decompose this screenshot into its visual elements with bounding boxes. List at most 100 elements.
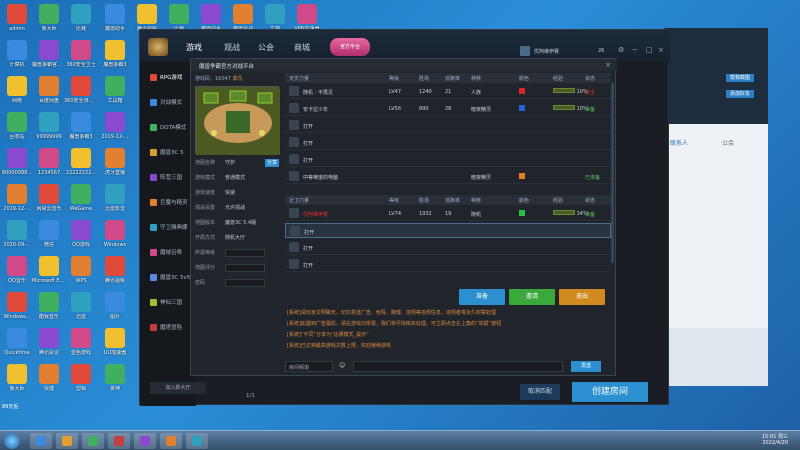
desktop-icon[interactable]: 夜神 (98, 364, 132, 392)
desktop-icon[interactable]: admin (0, 4, 34, 32)
sidebar-item[interactable]: RPG游戏 (150, 70, 194, 84)
form-value[interactable]: 快速 (225, 189, 235, 196)
player-color[interactable] (519, 173, 525, 181)
join-lobby-button[interactable]: 加入新大厅 (150, 382, 206, 394)
tab-game[interactable]: 游戏 (186, 42, 202, 53)
desktop-icon[interactable]: UU加速器 (98, 328, 132, 356)
desktop-icon[interactable]: Microsoft Edge (32, 256, 66, 284)
settings-icon[interactable]: ⚙ (618, 46, 624, 54)
desktop-icon[interactable]: 80000088... (0, 148, 34, 176)
player-color[interactable] (519, 210, 525, 218)
desktop-icon[interactable]: VPN加速器 (290, 4, 324, 32)
taskbar-app-icon[interactable] (30, 433, 52, 449)
tab-guild[interactable]: 公会 (722, 138, 734, 147)
desktop-icon[interactable]: 酷我音乐 (32, 292, 66, 320)
desktop-icon[interactable]: 鲁大师 (32, 4, 66, 32)
room-dialog[interactable]: 魔兽争霸官方对战平台 × 游戏码：16047 非凡 分享 地图名称 守护 游戏模式普… (190, 58, 617, 376)
emoji-icon[interactable]: ☺ (339, 362, 345, 369)
sidebar-item[interactable]: 守卫雅典娜 (150, 220, 194, 234)
desktop-icon[interactable]: 蓝色游戏 (64, 328, 98, 356)
desktop-icon[interactable]: 鲁大师 (0, 364, 34, 392)
close-icon[interactable]: × (658, 46, 664, 54)
desktop-icon[interactable]: 魔兽争霸3 (64, 112, 98, 140)
sidebar-item[interactable]: 巨魔与精灵 (150, 195, 194, 209)
form-field[interactable] (225, 249, 265, 257)
desktop-icon[interactable]: WeGame (64, 184, 98, 212)
taskbar-app-icon[interactable] (82, 433, 104, 449)
desktop-icon[interactable]: 迅雷影音 (98, 184, 132, 212)
desktop-icon[interactable]: 比赛 (64, 4, 98, 32)
desktop-icon[interactable]: Quicktime (0, 328, 34, 356)
desktop-icon[interactable]: 2020-09-... (0, 220, 34, 248)
form-value[interactable]: 允许观战 (225, 204, 245, 211)
desktop-icon[interactable]: 工具箱 (98, 76, 132, 104)
desktop-icon[interactable]: 计算机 (0, 40, 34, 68)
player-slot[interactable]: 优阿维伊赛 LV74 1932 19 随机 34% 准备 (285, 206, 611, 221)
desktop-icon[interactable]: 魔兽争霸3 (98, 40, 132, 68)
desktop-icon[interactable]: 360安全浏览器 (64, 76, 98, 104)
maximize-icon[interactable]: □ (646, 46, 653, 54)
player-slot[interactable]: 打开 (285, 152, 611, 167)
desktop-icon[interactable]: 2019-12-... (0, 184, 34, 212)
form-field[interactable] (225, 264, 265, 272)
desktop-icon[interactable]: Windows... (0, 292, 34, 320)
form-field[interactable] (225, 279, 265, 287)
player-slot[interactable]: 打开 (285, 240, 611, 255)
desktop-icon[interactable]: 剪辑 (64, 364, 98, 392)
desktop-icon[interactable]: QQ游戏 (64, 220, 98, 248)
chat-input[interactable] (353, 361, 563, 372)
desktop-icon[interactable]: Windows (98, 220, 132, 248)
user-name[interactable]: 优阿维伊赛 (534, 48, 559, 55)
player-slot[interactable]: 打开 (285, 118, 611, 133)
sidebar-item[interactable]: 神仙三国 (150, 295, 194, 309)
cancel-match-button[interactable]: 取消匹配 (520, 384, 560, 400)
desktop-icon[interactable]: 快捷 (32, 364, 66, 392)
desktop-icon[interactable]: 腾讯会议 (32, 328, 66, 356)
desktop-icon[interactable]: 魔兽助手 (98, 4, 132, 32)
desktop-icon[interactable]: 魔兽助手 (194, 4, 228, 32)
send-button[interactable]: 发送 (571, 361, 601, 372)
screenshot-button[interactable]: 帮我截图 (726, 74, 754, 82)
chat-channel-select[interactable]: 房间频道 (285, 361, 333, 372)
taskbar-app-icon[interactable] (186, 433, 208, 449)
desktop-icon[interactable]: 99999999 (32, 112, 66, 140)
desktop-icon[interactable]: 网络 (0, 76, 34, 104)
desktop-icon[interactable]: 比赛 (162, 4, 196, 32)
ready-button[interactable]: 准备 (459, 289, 505, 305)
desktop-icon[interactable]: QQ音乐 (0, 256, 34, 284)
avatar[interactable] (520, 46, 530, 56)
desktop-icon[interactable]: 图片 (98, 292, 132, 320)
desktop-icon[interactable]: 2019-12-... (98, 112, 132, 140)
scrollbar[interactable] (611, 83, 614, 263)
desktop-icon[interactable]: 魔兽对战 (226, 4, 260, 32)
tab-spectate[interactable]: 观战 (224, 42, 240, 53)
tab-guild[interactable]: 公会 (258, 42, 274, 53)
sidebar-item[interactable]: 魔塔冒险 (150, 320, 194, 334)
player-color[interactable] (519, 105, 525, 113)
player-slot[interactable]: 随机 - 不再见 LV47 1240 21 人族 10% 房主 (285, 84, 611, 99)
desktop-icon[interactable]: 回收站 (0, 112, 34, 140)
sidebar-item[interactable]: 魔兽3C 5 (150, 145, 194, 159)
taskbar-app-icon[interactable] (108, 433, 130, 449)
tab-contacts[interactable]: 联系人 (670, 138, 688, 147)
back-window[interactable]: 帮我截图 添加好友 联系人 公会 (664, 28, 768, 386)
promo-banner[interactable]: 官方平台 (330, 38, 370, 56)
desktop-icon[interactable]: 百度网盘 (32, 76, 66, 104)
desktop-icon[interactable]: 文档 (258, 4, 292, 32)
form-value[interactable]: 魔兽3C 5.4版 (225, 219, 256, 226)
desktop-icon[interactable]: 腾讯视频 (98, 256, 132, 284)
taskbar-app-icon[interactable] (160, 433, 182, 449)
minimize-icon[interactable]: − (632, 46, 638, 54)
dialog-close-icon[interactable]: × (605, 61, 611, 69)
sidebar-item[interactable]: 魔域召唤 (150, 245, 194, 259)
desktop-icon[interactable]: 腾讯视频 (130, 4, 164, 32)
taskbar-app-icon[interactable] (134, 433, 156, 449)
sidebar-item[interactable]: 阵营三国 (150, 170, 194, 184)
sidebar-item[interactable]: DOTA模式 (150, 120, 194, 134)
exit-button[interactable]: 退出 (559, 289, 605, 305)
desktop-icon[interactable]: 虎牙直播 (98, 148, 132, 176)
sidebar-item[interactable]: 魔兽3C 5v5 (150, 270, 194, 284)
desktop-icon[interactable]: WPS (64, 256, 98, 284)
start-icon[interactable] (4, 433, 20, 449)
taskbar-app-icon[interactable] (56, 433, 78, 449)
